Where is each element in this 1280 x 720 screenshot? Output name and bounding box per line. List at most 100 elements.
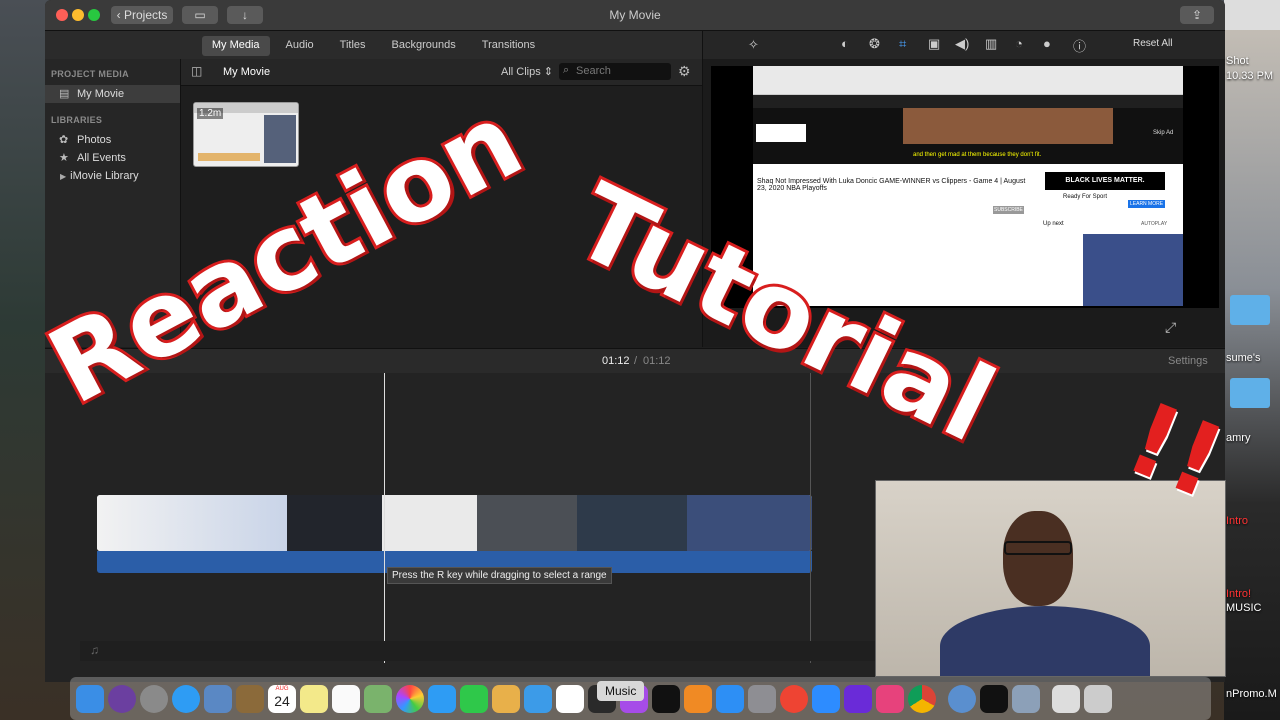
tab-my-media[interactable]: My Media	[201, 36, 270, 56]
music-app-icon[interactable]	[556, 684, 584, 713]
downloads-stack-icon[interactable]	[1052, 684, 1080, 713]
launchpad-icon[interactable]	[140, 684, 168, 713]
desktop-label: nPromo.M	[1226, 688, 1277, 700]
playhead[interactable]	[384, 373, 385, 663]
music-track[interactable]: ♫	[80, 641, 880, 661]
sidebar-toggle-icon[interactable]: ◫	[191, 64, 202, 78]
preview-webcam-inset	[1083, 234, 1183, 306]
project-media-heading: PROJECT MEDIA	[51, 69, 129, 79]
trash-icon[interactable]	[1084, 684, 1112, 713]
calendar-day: 24	[274, 692, 290, 709]
maps-icon[interactable]	[364, 684, 392, 713]
share-icon: ⇪	[1191, 8, 1203, 22]
sidebar-item-imovie-library[interactable]: ▶ iMovie Library	[45, 167, 180, 185]
timeline-settings-button[interactable]: Settings	[1168, 355, 1208, 367]
messages-icon[interactable]	[428, 684, 456, 713]
app-store-icon[interactable]	[716, 684, 744, 713]
notes-icon[interactable]	[300, 684, 328, 713]
volume-icon[interactable]: ◀)	[955, 36, 969, 52]
desktop-label: Shot	[1226, 55, 1249, 67]
youtube-player-icon[interactable]	[780, 684, 808, 713]
equalizer-icon[interactable]: ▥	[985, 36, 997, 52]
color-palette-icon[interactable]: ❂	[869, 36, 880, 52]
quicktime-icon[interactable]	[948, 684, 976, 713]
clip-filter-label: All Clips	[501, 66, 541, 78]
siri-icon[interactable]	[108, 684, 136, 713]
dock-tooltip: Music	[597, 681, 645, 701]
zoom-icon[interactable]	[812, 684, 840, 713]
contacts-icon[interactable]	[236, 684, 264, 713]
desktop-label: Intro	[1226, 515, 1249, 527]
window-title: My Movie	[609, 8, 661, 22]
music-note-icon: ♫	[90, 643, 99, 657]
star-icon: ★	[59, 152, 69, 164]
color-balance-icon[interactable]: ◐	[841, 36, 849, 51]
terminal-icon[interactable]	[980, 684, 1008, 713]
clip-filter-select[interactable]: All Clips ⇕	[501, 65, 553, 78]
info-icon[interactable]: ⓘ	[1073, 36, 1086, 55]
preview-icon[interactable]	[204, 684, 232, 713]
person-torso	[940, 606, 1150, 676]
preview-caption: and then get mad at them because they do…	[913, 152, 1042, 158]
photos-app-icon[interactable]	[396, 684, 424, 713]
movie-icon: ▤	[59, 88, 70, 100]
desktop-label: 10.33 PM	[1226, 70, 1274, 82]
search-placeholder: Search	[576, 65, 611, 77]
pages-icon[interactable]	[492, 684, 520, 713]
facetime-icon[interactable]	[460, 684, 488, 713]
sidebar-item-label: All Events	[77, 152, 126, 164]
system-preferences-icon[interactable]	[748, 684, 776, 713]
search-icon: ⌕	[563, 64, 570, 76]
search-input[interactable]: ⌕ Search	[559, 63, 671, 80]
calendar-month: AUG	[275, 685, 289, 692]
gear-icon[interactable]: ⚙	[678, 63, 691, 80]
sidebar-item-label: My Movie	[77, 88, 125, 100]
chrome-icon[interactable]	[908, 684, 936, 713]
tab-titles[interactable]: Titles	[330, 36, 376, 56]
tab-audio[interactable]: Audio	[276, 36, 324, 56]
preview-subscribe: SUBSCRIBE	[993, 206, 1024, 214]
desktop-label: Intro!	[1226, 588, 1252, 600]
reset-all-button[interactable]: Reset All	[1133, 38, 1172, 49]
sidebar-item-photos[interactable]: ✿ Photos	[45, 131, 180, 149]
books-icon[interactable]	[684, 684, 712, 713]
chevron-updown-icon: ⇕	[543, 66, 554, 78]
filter-icon[interactable]: ●	[1043, 36, 1051, 51]
folder-icon[interactable]	[1230, 378, 1270, 408]
preview-autoplay: AUTOPLAY	[1141, 221, 1168, 227]
sidebar-item-all-events[interactable]: ★ All Events	[45, 149, 180, 167]
sidebar-item-label: Photos	[77, 134, 112, 146]
crop-icon[interactable]: ⌗	[899, 36, 906, 52]
stabilization-icon[interactable]: ▣	[928, 36, 940, 52]
preview-learn-more: LEARN MORE	[1128, 200, 1166, 208]
clip-duration-badge: 1.2m	[197, 108, 224, 119]
safari-icon[interactable]	[172, 684, 200, 713]
calendar-icon[interactable]: AUG 24	[268, 684, 296, 713]
imovie-icon[interactable]	[844, 684, 872, 713]
screenshot-icon[interactable]	[1012, 684, 1040, 713]
keynote-icon[interactable]	[524, 684, 552, 713]
finder-icon[interactable]	[76, 684, 104, 713]
share-button[interactable]: ⇪	[1180, 6, 1214, 24]
apple-tv-icon[interactable]	[652, 684, 680, 713]
sidebar-item-label: iMovie Library	[70, 170, 139, 182]
libraries-heading: LIBRARIES	[51, 115, 103, 125]
tab-transitions[interactable]: Transitions	[472, 36, 545, 56]
eyeglasses-icon	[1004, 541, 1072, 555]
sidebar-item-my-movie[interactable]: ▤ My Movie	[45, 85, 180, 103]
adjustments-toolbar: ✧ ◐ ❂ ⌗ ▣ ◀) ▥ ◔ ● ⓘ Reset All	[703, 31, 1225, 59]
browser-toolbar: ◫ My Movie All Clips ⇕ ⌕ Search ⚙	[181, 59, 703, 86]
desktop-edge: Shot 10.33 PM sume's amry Intro Intro! M…	[1224, 0, 1280, 720]
title-bar: ‹ Projects ▭ ↓ My Movie ⇪	[45, 0, 1225, 31]
reminders-icon[interactable]	[332, 684, 360, 713]
timecode-total: 01:12	[643, 355, 671, 367]
fullscreen-icon[interactable]: ⤢	[1165, 319, 1176, 336]
video-clip[interactable]	[97, 495, 812, 551]
disclosure-triangle-icon: ▶	[60, 172, 67, 181]
media-clip-thumbnail[interactable]: 1.2m	[193, 102, 299, 167]
speed-icon[interactable]: ◔	[1015, 36, 1023, 51]
magic-wand-icon[interactable]: ✧	[748, 37, 759, 53]
screen-recorder-icon[interactable]	[876, 684, 904, 713]
tab-backgrounds[interactable]: Backgrounds	[382, 36, 466, 56]
folder-icon[interactable]	[1230, 295, 1270, 325]
